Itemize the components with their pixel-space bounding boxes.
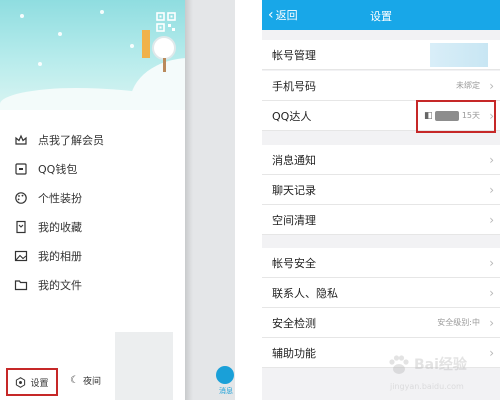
settings-button[interactable]: 设置 xyxy=(6,368,58,396)
row-label: 联系人、隐私 xyxy=(272,286,338,300)
baidu-jingyan-watermark: Bai经验 jingyan.baidu.com xyxy=(386,350,496,396)
chevron-right-icon: › xyxy=(489,315,494,330)
row-phone[interactable]: 手机号码 未绑定 › xyxy=(262,71,500,101)
row-space-clean[interactable]: 空间清理 › xyxy=(262,205,500,235)
row-label: 辅助功能 xyxy=(272,346,316,360)
row-account-security[interactable]: 帐号安全 › xyxy=(262,248,500,278)
menu-item-label: 我的收藏 xyxy=(38,220,82,234)
settings-label: 设置 xyxy=(30,378,49,389)
drawer-menu: 点我了解会员 QQ钱包 个性装扮 我的收藏 我的相册 我的文件 xyxy=(0,125,185,299)
main-content-peek[interactable] xyxy=(185,0,235,400)
menu-item-vip[interactable]: 点我了解会员 xyxy=(0,125,185,154)
menu-item-favorites[interactable]: 我的收藏 xyxy=(0,212,185,241)
row-label: 安全检测 xyxy=(272,316,316,330)
row-contacts-privacy[interactable]: 联系人、隐私 › xyxy=(262,278,500,308)
paw-logo-icon xyxy=(389,355,409,374)
row-security-check[interactable]: 安全检测 安全级别:中 › xyxy=(262,308,500,338)
row-label: 帐号管理 xyxy=(272,48,316,62)
decorative-thumbnail xyxy=(115,332,173,400)
chevron-right-icon: › xyxy=(489,78,494,93)
night-mode-button[interactable]: ☾ 夜间 xyxy=(70,374,101,387)
chevron-right-icon: › xyxy=(489,285,494,300)
menu-item-label: 个性装扮 xyxy=(38,191,82,205)
settings-screen: ‹ 返回 设置 帐号管理 手机号码 未绑定 › QQ达人 ◧ 15天 › 消息通… xyxy=(262,0,500,400)
row-account-manage[interactable]: 帐号管理 xyxy=(262,40,500,70)
menu-item-label: 我的文件 xyxy=(38,278,82,292)
menu-item-album[interactable]: 我的相册 xyxy=(0,241,185,270)
nav-bar: ‹ 返回 设置 xyxy=(262,0,500,30)
profile-header-background xyxy=(0,0,185,110)
wallet-icon xyxy=(14,162,28,176)
qr-code-icon[interactable] xyxy=(156,12,176,32)
house-illustration xyxy=(142,30,150,58)
left-drawer-panel: 点我了解会员 QQ钱包 个性装扮 我的收藏 我的相册 我的文件 设置 ☾ 夜间 … xyxy=(0,0,235,400)
tree-illustration xyxy=(152,36,176,60)
menu-item-label: 我的相册 xyxy=(38,249,82,263)
row-message-notify[interactable]: 消息通知 › xyxy=(262,145,500,175)
menu-item-files[interactable]: 我的文件 xyxy=(0,270,185,299)
row-label: 帐号安全 xyxy=(272,256,316,270)
photo-icon xyxy=(14,249,28,263)
watermark-brand: Bai经验 xyxy=(414,357,467,373)
chevron-right-icon: › xyxy=(489,255,494,270)
row-label: 手机号码 xyxy=(272,79,316,93)
highlight-box xyxy=(416,100,496,133)
menu-item-label: 点我了解会员 xyxy=(38,133,104,147)
row-label: QQ达人 xyxy=(272,109,312,123)
menu-item-label: QQ钱包 xyxy=(38,162,78,176)
moon-icon: ☾ xyxy=(70,375,79,386)
chevron-right-icon: › xyxy=(489,182,494,197)
menu-item-theme[interactable]: 个性装扮 xyxy=(0,183,185,212)
menu-item-wallet[interactable]: QQ钱包 xyxy=(0,154,185,183)
palette-icon xyxy=(14,191,28,205)
row-label: 空间清理 xyxy=(272,213,316,227)
row-chat-history[interactable]: 聊天记录 › xyxy=(262,175,500,205)
night-label: 夜间 xyxy=(82,377,101,387)
row-label: 消息通知 xyxy=(272,153,316,167)
message-tab-icon[interactable] xyxy=(216,366,234,384)
folder-icon xyxy=(14,278,28,292)
row-label: 聊天记录 xyxy=(272,183,316,197)
row-value: 未绑定 xyxy=(456,81,480,90)
message-tab-label: 消息 xyxy=(219,387,233,395)
page-title: 设置 xyxy=(370,10,392,23)
vip-crown-icon xyxy=(14,133,28,147)
gear-icon xyxy=(16,376,26,388)
bookmark-icon xyxy=(14,220,28,234)
chevron-right-icon: › xyxy=(489,152,494,167)
account-avatar xyxy=(430,43,488,67)
row-value: 安全级别:中 xyxy=(437,318,480,327)
chevron-right-icon: › xyxy=(489,212,494,227)
watermark-url: jingyan.baidu.com xyxy=(390,382,464,391)
